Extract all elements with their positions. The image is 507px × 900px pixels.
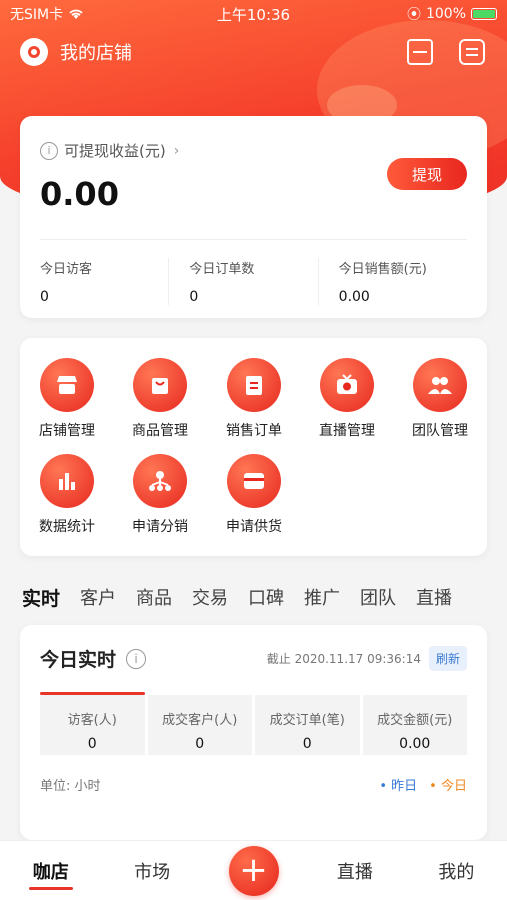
legend-label: 昨日 xyxy=(391,779,418,794)
bag-icon xyxy=(133,358,187,412)
page-title: 我的店铺 xyxy=(60,43,132,64)
nav-live[interactable]: 直播 xyxy=(304,858,405,884)
metric-tabs: 访客(人) 0 成交客户(人) 0 成交订单(笔) 0 成交金额(元) 0.00 xyxy=(40,692,467,755)
menu-apply-distribution[interactable]: 申请分销 xyxy=(113,454,207,536)
tab-customers[interactable]: 客户 xyxy=(70,584,126,610)
stat-label: 今日销售额(元) xyxy=(338,262,427,277)
tab-promotion[interactable]: 推广 xyxy=(294,584,350,610)
menu-shop-management[interactable]: 店铺管理 xyxy=(20,358,114,440)
menu-apply-supply[interactable]: 申请供货 xyxy=(207,454,301,536)
realtime-timestamp: 截止 2020.11.17 09:36:14 xyxy=(266,652,421,666)
tab-live[interactable]: 直播 xyxy=(406,584,462,610)
tab-reputation[interactable]: 口碑 xyxy=(238,584,294,610)
menu-label: 商品管理 xyxy=(132,423,188,439)
earnings-card: i 可提现收益(元) › 0.00 提现 今日访客 0 今日订单数 0 今日销售… xyxy=(20,116,487,318)
metric-label: 成交金额(元) xyxy=(377,713,453,728)
team-icon xyxy=(413,358,467,412)
menu-label: 直播管理 xyxy=(319,423,375,439)
shop-logo-icon xyxy=(20,38,48,66)
message-icon[interactable] xyxy=(459,39,485,65)
stat-sales: 今日销售额(元) 0.00 xyxy=(317,258,467,305)
shop-icon xyxy=(40,358,94,412)
menu-label: 团队管理 xyxy=(412,423,468,439)
menu-team-management[interactable]: 团队管理 xyxy=(393,358,487,440)
menu-data-statistics[interactable]: 数据统计 xyxy=(20,454,114,536)
refresh-button[interactable]: 刷新 xyxy=(428,646,467,671)
menu-label: 店铺管理 xyxy=(39,423,95,439)
legend-label: 今日 xyxy=(440,779,467,794)
nav-label: 咖店 xyxy=(32,861,69,883)
chart-legend: • 昨日 • 今日 xyxy=(379,775,467,794)
network-icon xyxy=(133,454,187,508)
metric-value: 0.00 xyxy=(399,736,431,752)
menu-live-management[interactable]: 直播管理 xyxy=(300,358,394,440)
menu-label: 数据统计 xyxy=(39,519,95,535)
chevron-right-icon: › xyxy=(173,142,180,159)
stat-orders: 今日订单数 0 xyxy=(168,258,317,305)
battery-icon xyxy=(471,8,497,20)
scan-icon[interactable] xyxy=(407,39,433,65)
metric-value: 0 xyxy=(195,736,205,752)
bottom-nav: 咖店 市场 + 直播 我的 xyxy=(0,840,507,900)
nav-shop[interactable]: 咖店 xyxy=(0,858,101,890)
realtime-card: 今日实时 i 截止 2020.11.17 09:36:14 刷新 访客(人) 0… xyxy=(20,625,487,840)
menu-product-management[interactable]: 商品管理 xyxy=(113,358,207,440)
chart-unit: 单位: 小时 xyxy=(40,779,101,794)
nav-label: 我的 xyxy=(438,861,475,883)
top-bar: 我的店铺 xyxy=(20,34,485,70)
status-time: 上午10:36 xyxy=(216,5,291,24)
nav-label: 市场 xyxy=(134,861,171,883)
earnings-label: 可提现收益(元) xyxy=(64,142,166,160)
info-icon[interactable]: i xyxy=(126,648,147,669)
metric-label: 访客(人) xyxy=(67,713,117,728)
menu-sales-orders[interactable]: 销售订单 xyxy=(207,358,301,440)
menu-label: 申请供货 xyxy=(226,519,282,535)
data-tabs: 实时 客户 商品 交易 口碑 推广 团队 直播 xyxy=(0,580,507,614)
nav-add[interactable]: + xyxy=(203,845,304,896)
status-bar: 无SIM卡 上午10:36 ⦿ 100% xyxy=(0,0,507,28)
metric-visitors[interactable]: 访客(人) 0 xyxy=(40,692,145,755)
stat-value: 0.00 xyxy=(338,289,370,305)
metric-label: 成交订单(笔) xyxy=(269,713,345,728)
info-icon: i xyxy=(40,141,58,160)
tab-realtime[interactable]: 实时 xyxy=(0,584,70,611)
legend-today: • 今日 xyxy=(429,779,467,794)
stat-label: 今日访客 xyxy=(40,262,93,277)
plus-icon[interactable]: + xyxy=(228,845,279,896)
menu-label: 申请分销 xyxy=(132,519,188,535)
menu-label: 销售订单 xyxy=(226,423,282,439)
nav-mine[interactable]: 我的 xyxy=(406,858,507,884)
today-stats: 今日访客 0 今日订单数 0 今日销售额(元) 0.00 xyxy=(40,258,467,305)
card-icon xyxy=(227,454,281,508)
function-menu: 店铺管理 商品管理 销售订单 直播管理 团队管理 数据统计 申请分销 申请供货 xyxy=(20,338,487,556)
stat-visitors: 今日访客 0 xyxy=(40,258,168,305)
tab-transactions[interactable]: 交易 xyxy=(182,584,238,610)
tab-products[interactable]: 商品 xyxy=(126,584,182,610)
nav-label: 直播 xyxy=(336,861,373,883)
stat-value: 0 xyxy=(40,289,49,305)
realtime-title: 今日实时 xyxy=(40,649,117,671)
stat-label: 今日订单数 xyxy=(189,262,255,277)
metric-value: 0 xyxy=(87,736,97,752)
metric-label: 成交客户(人) xyxy=(162,713,238,728)
metric-orders[interactable]: 成交订单(笔) 0 xyxy=(255,695,360,755)
metric-customers[interactable]: 成交客户(人) 0 xyxy=(147,695,252,755)
tab-team[interactable]: 团队 xyxy=(350,584,406,610)
legend-yesterday: • 昨日 xyxy=(379,779,418,794)
withdraw-button[interactable]: 提现 xyxy=(387,158,467,190)
metric-value: 0 xyxy=(302,736,312,752)
metric-amount[interactable]: 成交金额(元) 0.00 xyxy=(362,695,467,755)
nav-market[interactable]: 市场 xyxy=(101,858,202,884)
divider xyxy=(40,239,467,240)
bar-chart-icon xyxy=(40,454,94,508)
clipboard-icon xyxy=(227,358,281,412)
stat-value: 0 xyxy=(189,289,199,305)
tv-icon xyxy=(320,358,374,412)
